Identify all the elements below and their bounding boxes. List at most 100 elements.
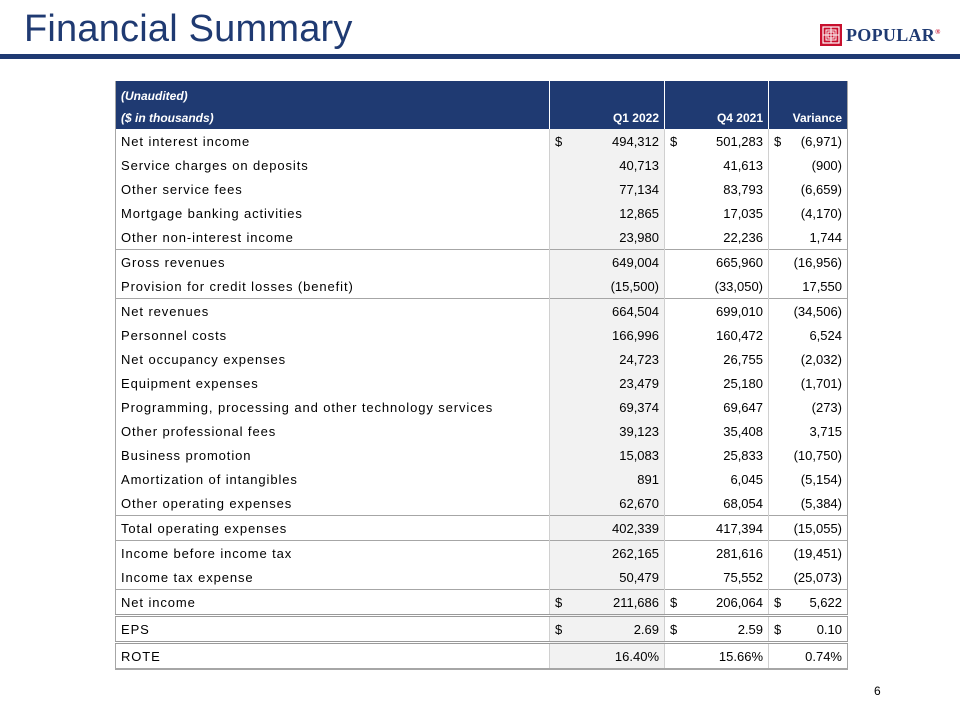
row-label: EPS [115, 614, 550, 643]
cell-value: (6,971) [800, 133, 842, 149]
row-label: Income before income tax [115, 540, 550, 565]
cell-value: 25,833 [723, 447, 763, 463]
cell-value: 211,686 [612, 594, 659, 610]
q4-2021-value: 6,045 [664, 467, 769, 491]
page-number: 6 [874, 684, 881, 698]
cell-value: 699,010 [716, 303, 763, 319]
q1-2022-value: (15,500) [549, 274, 665, 299]
q1-2022-value: 23,980 [549, 225, 665, 250]
cell-value: 25,180 [723, 375, 763, 391]
q4-2021-value: 41,613 [664, 153, 769, 177]
variance-value: (1,701) [768, 371, 848, 395]
cell-value: 23,980 [619, 229, 659, 245]
cell-value: 68,054 [723, 495, 763, 511]
row-label: Net interest income [121, 133, 251, 149]
cell-value: 62,670 [619, 495, 659, 511]
cell-value: 39,123 [619, 423, 659, 439]
financial-summary-table: (Unaudited) ($ in thousands) Q1 2022 Q4 … [115, 81, 848, 670]
cell-value: 75,552 [723, 569, 763, 585]
row-label: Programming, processing and other techno… [121, 399, 494, 415]
table-row: EPS $2.69 $2.59 $0.10 [115, 614, 848, 643]
cell-value: 40,713 [619, 157, 659, 173]
cell-value: (273) [811, 399, 842, 415]
row-label: Personnel costs [121, 327, 227, 343]
cell-value: 69,374 [619, 399, 659, 415]
row-label: Other service fees [121, 181, 243, 197]
cell-value: (34,506) [793, 303, 842, 319]
q4-2021-value: 417,394 [664, 515, 769, 541]
q1-2022-value: 12,865 [549, 201, 665, 225]
q4-2021-value: 665,960 [664, 249, 769, 274]
cell-value: 24,723 [619, 351, 659, 367]
popular-logo-icon [820, 24, 842, 46]
q4-2021-value: $2.59 [664, 614, 769, 643]
cell-value: 50,479 [619, 569, 659, 585]
cell-value: 649,004 [612, 254, 659, 270]
cell-value: (19,451) [793, 545, 842, 561]
q1-2022-value: 50,479 [549, 565, 665, 590]
q1-2022-value: $211,686 [549, 589, 665, 616]
variance-value: (34,506) [768, 298, 848, 323]
variance-value: (4,170) [768, 201, 848, 225]
q4-2021-value: 17,035 [664, 201, 769, 225]
row-label: Other professional fees [121, 423, 277, 439]
variance-value: $ (6,971) [768, 129, 848, 153]
popular-logo: POPULAR® [820, 22, 941, 48]
variance-value: (19,451) [768, 540, 848, 565]
q4-2021-value: 22,236 [664, 225, 769, 250]
q4-2021-value: 26,755 [664, 347, 769, 371]
cell-value: 262,165 [612, 545, 659, 561]
cell-value: 501,283 [716, 133, 763, 149]
variance-value: (5,384) [768, 491, 848, 516]
table-row: Income tax expense 50,479 75,552 (25,073) [116, 565, 848, 590]
row-label: Amortization of intangibles [121, 471, 298, 487]
cell-value: (2,032) [800, 351, 842, 367]
cell-value: 5,622 [809, 594, 842, 610]
variance-value: 3,715 [768, 419, 848, 443]
cell-value: 12,865 [619, 205, 659, 221]
row-label: Mortgage banking activities [121, 205, 303, 221]
header-q4-2021: Q4 2021 [664, 103, 769, 129]
row-label: Net revenues [115, 298, 550, 323]
cell-value: 0.10 [816, 621, 842, 637]
cell-value: (10,750) [793, 447, 842, 463]
q4-2021-value: $501,283 [664, 129, 769, 153]
variance-value: (2,032) [768, 347, 848, 371]
cell-value: (5,154) [800, 471, 842, 487]
cell-value: 15,083 [619, 447, 659, 463]
cell-value: (33,050) [714, 278, 763, 294]
cell-value: 664,504 [612, 303, 659, 319]
cell-value: (4,170) [800, 205, 842, 221]
cell-value: 891 [637, 471, 659, 487]
variance-value: 0.74% [768, 641, 848, 670]
currency-symbol: $ [555, 594, 563, 610]
table-row: Programming, processing and other techno… [116, 395, 848, 419]
cell-value: 77,134 [619, 181, 659, 197]
row-label: Other non-interest income [121, 229, 294, 245]
table-row: Service charges on deposits 40,713 41,613 (… [116, 153, 848, 177]
table-row: Net revenues 664,504 699,010 (34,506) [115, 298, 848, 323]
currency-symbol: $ [670, 621, 678, 637]
variance-value: (273) [768, 395, 848, 419]
header-q1-2022: Q1 2022 [549, 103, 665, 129]
variance-value: 17,550 [768, 274, 848, 299]
q1-2022-value: 649,004 [549, 249, 665, 274]
slide-title: Financial Summary [24, 8, 353, 50]
cell-value: (6,659) [800, 181, 842, 197]
title-underline [0, 54, 960, 59]
q1-2022-value: 24,723 [549, 347, 665, 371]
q1-2022-value: 664,504 [549, 298, 665, 323]
cell-value: 6,524 [809, 327, 842, 343]
cell-value: 35,408 [723, 423, 763, 439]
cell-value: 15.66% [718, 648, 763, 664]
currency-symbol: $ [670, 594, 678, 610]
cell-value: 17,035 [723, 205, 763, 221]
table-row: Business promotion 15,083 25,833 (10,750) [116, 443, 848, 467]
cell-value: 0.74% [805, 648, 842, 664]
table-row: Other professional fees 39,123 35,408 3,715 [116, 419, 848, 443]
cell-value: 281,616 [716, 545, 763, 561]
q1-2022-value: 262,165 [549, 540, 665, 565]
cell-value: (900) [811, 157, 842, 173]
currency-symbol: $ [774, 133, 782, 149]
cell-value: 26,755 [723, 351, 763, 367]
